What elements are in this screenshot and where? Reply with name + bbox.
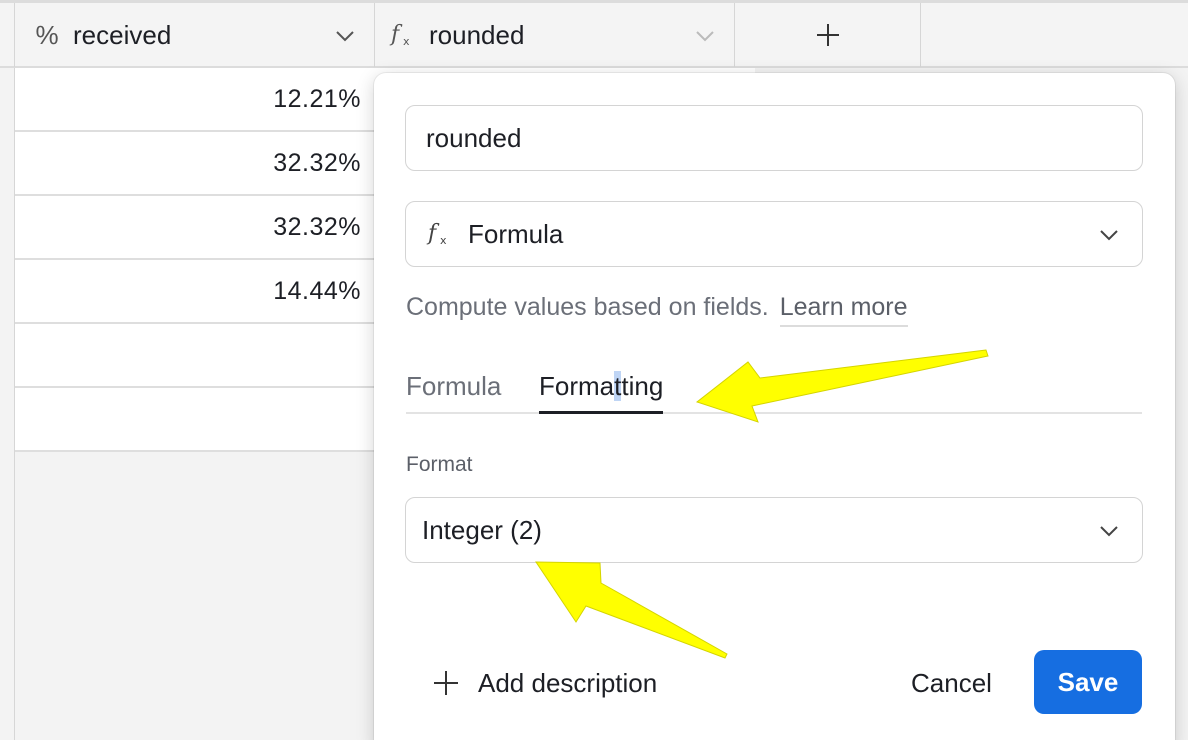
chevron-down-icon bbox=[1100, 526, 1118, 537]
field-type-label: Formula bbox=[468, 218, 564, 249]
add-column-button[interactable] bbox=[735, 3, 921, 67]
formula-icon: fx bbox=[426, 220, 454, 248]
percent-icon: % bbox=[35, 19, 59, 50]
svg-text:f: f bbox=[389, 22, 403, 47]
svg-text:x: x bbox=[403, 35, 410, 48]
field-type-select[interactable]: fx Formula bbox=[405, 201, 1143, 267]
add-description-label: Add description bbox=[478, 667, 658, 698]
field-config-popover: rounded fx Formula Compute values based … bbox=[374, 73, 1175, 740]
format-select[interactable]: Integer (2) bbox=[405, 497, 1143, 563]
description-text: Compute values based on fields. bbox=[406, 293, 769, 321]
cell-received[interactable]: 32.32% bbox=[273, 132, 361, 194]
tab-formatting-label-part: ting bbox=[621, 371, 664, 401]
chevron-down-icon[interactable] bbox=[334, 25, 356, 47]
cell-received[interactable]: 12.21% bbox=[273, 68, 361, 130]
column-header-rounded[interactable]: fx rounded bbox=[375, 3, 735, 67]
plus-icon bbox=[434, 671, 458, 695]
save-button[interactable]: Save bbox=[1034, 650, 1142, 714]
cell-received[interactable]: 32.32% bbox=[273, 196, 361, 258]
add-description-button[interactable]: Add description bbox=[432, 663, 657, 703]
column-header-received[interactable]: % received bbox=[14, 3, 375, 67]
tab-formatting[interactable]: Formatting bbox=[539, 366, 664, 414]
cell-received[interactable]: 14.44% bbox=[273, 260, 361, 322]
svg-text:f: f bbox=[426, 221, 440, 246]
svg-text:x: x bbox=[440, 234, 447, 247]
grid-header: % received fx rounded bbox=[0, 0, 1188, 68]
format-value: Integer (2) bbox=[422, 514, 542, 545]
chevron-down-icon bbox=[1100, 230, 1118, 241]
tab-formatting-label-part: Forma bbox=[539, 371, 615, 401]
learn-more-link[interactable]: Learn more bbox=[779, 293, 908, 327]
format-label: Format bbox=[406, 453, 473, 476]
tab-formula[interactable]: Formula bbox=[406, 366, 501, 414]
field-type-description: Compute values based on fields. Learn mo… bbox=[406, 293, 908, 327]
config-tabs: Formula Formatting bbox=[406, 366, 1142, 414]
chevron-down-icon[interactable] bbox=[694, 25, 716, 47]
formula-icon: fx bbox=[389, 21, 417, 49]
plus-icon bbox=[816, 24, 839, 46]
cancel-button[interactable]: Cancel bbox=[911, 663, 992, 703]
column-header-label: received bbox=[73, 19, 172, 50]
field-name-input[interactable]: rounded bbox=[405, 105, 1143, 171]
column-header-label: rounded bbox=[429, 19, 525, 50]
